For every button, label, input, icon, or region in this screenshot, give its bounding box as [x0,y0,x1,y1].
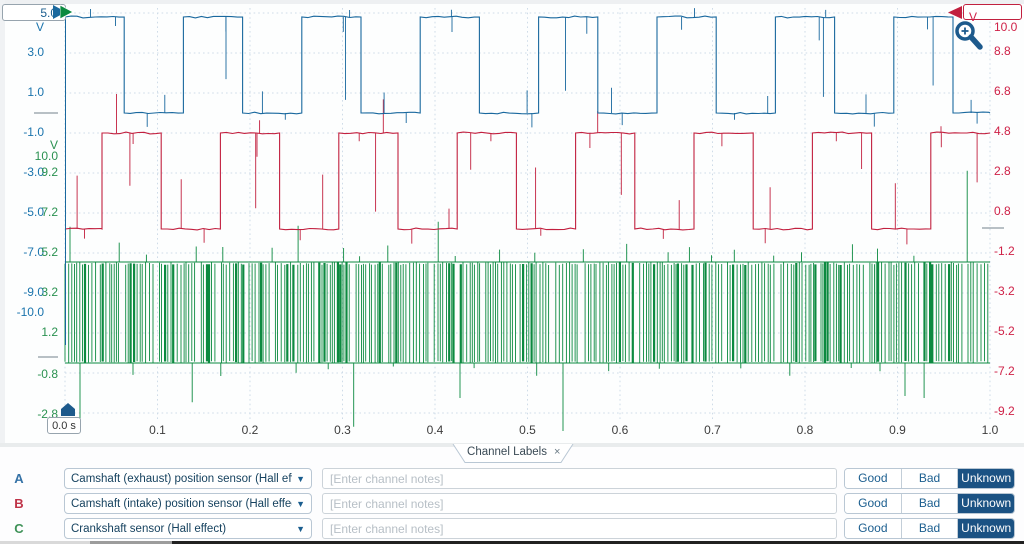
channel-b-unknown-button[interactable]: Unknown [957,494,1014,513]
channel-b-rating-group: Good Bad Unknown [844,493,1015,514]
channel-b-sensor-value: Camshaft (intake) position sensor (Hall … [71,498,292,510]
channel-a-sensor-dropdown[interactable]: Camshaft (exhaust) position sensor (Hall… [64,468,312,489]
channel-b-letter: B [10,496,28,511]
channel-a-unknown-button[interactable]: Unknown [957,469,1014,488]
channel-c-notes-input[interactable] [322,518,837,539]
chevron-down-icon: ▼ [296,524,305,534]
channel-b-unit-label: V [969,10,977,24]
trigger-time-value: 0.0 s [52,420,76,432]
waveform-chart[interactable]: 3.01.0-1.0-3.0-5.0-7.0-9.0-10.010.09.27.… [0,0,1024,443]
trigger-time-flag[interactable]: 0.0 s [47,417,81,434]
tab-channel-labels[interactable]: Channel Labels × [448,444,580,464]
tab-close-icon[interactable]: × [554,446,560,458]
channel-c-unit-label: V [36,139,58,152]
chevron-down-icon: ▼ [296,499,305,509]
channel-labels-panel: Channel Labels × A Camshaft (exhaust) po… [0,447,1024,544]
channel-a-rating-group: Good Bad Unknown [844,468,1015,489]
channel-a-good-button[interactable]: Good [845,469,901,488]
channel-c-sensor-value: Crankshaft sensor (Hall effect) [71,523,292,535]
channel-a-notes-input[interactable] [322,468,837,489]
channel-b-marker-icon[interactable] [947,5,963,20]
channel-c-good-button[interactable]: Good [845,519,901,538]
waveform-svg[interactable] [0,0,1024,443]
wave-a-spikes [91,8,978,127]
channel-c-bad-button[interactable]: Bad [901,519,958,538]
channel-a-sensor-value: Camshaft (exhaust) position sensor (Hall… [71,473,292,485]
picoscope-window: 3.01.0-1.0-3.0-5.0-7.0-9.0-10.010.09.27.… [0,0,1024,544]
channel-row-c: C Crankshaft sensor (Hall effect) ▼ Good… [0,518,1024,539]
channel-row-b: B Camshaft (intake) position sensor (Hal… [0,493,1024,514]
channel-row-a: A Camshaft (exhaust) position sensor (Ha… [0,468,1024,489]
channel-c-sensor-dropdown[interactable]: Crankshaft sensor (Hall effect) ▼ [64,518,312,539]
trigger-marker-icon[interactable] [60,402,76,417]
channel-a-unit-label: V [22,21,44,34]
zoom-in-icon[interactable] [951,19,991,57]
channel-a-letter: A [10,471,28,486]
channel-c-unknown-button[interactable]: Unknown [957,519,1014,538]
zero-level-markers [34,113,1004,357]
wave-c-spikes [70,171,967,431]
channel-c-rating-group: Good Bad Unknown [844,518,1015,539]
channel-c-letter: C [10,521,28,536]
channel-a-bad-button[interactable]: Bad [901,469,958,488]
channel-b-notes-input[interactable] [322,493,837,514]
channel-b-good-button[interactable]: Good [845,494,901,513]
channel-b-bad-button[interactable]: Bad [901,494,958,513]
chevron-down-icon: ▼ [296,474,305,484]
channel-c-marker-icon[interactable] [60,4,74,20]
channel-b-sensor-dropdown[interactable]: Camshaft (intake) position sensor (Hall … [64,493,312,514]
tab-channel-labels-title: Channel Labels [448,446,566,458]
